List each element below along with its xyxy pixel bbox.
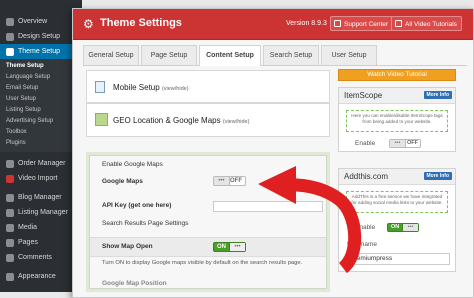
pin-icon <box>6 193 14 202</box>
theme-icon <box>6 47 14 56</box>
sidebar-item-comments[interactable]: Comments <box>0 250 82 265</box>
google-maps-form: Enable Google Maps Google Maps ••• OFF A… <box>86 152 330 292</box>
submenu-plugins[interactable]: Plugins <box>0 138 82 149</box>
itemscope-enable-label: Enable <box>355 140 376 147</box>
geo-location-section[interactable]: GEO Location & Google Maps (view/hide) <box>86 103 330 137</box>
submenu-theme-setup[interactable]: Theme Setup <box>0 61 82 72</box>
version-label: Version 8.9.3 <box>286 20 327 27</box>
tab-page-setup[interactable]: Page Setup <box>141 45 197 65</box>
tab-general-setup[interactable]: General Setup <box>83 45 139 65</box>
mobile-setup-section[interactable]: Mobile Setup (view/hide) <box>86 70 330 103</box>
view-hide-link[interactable]: (view/hide) <box>223 119 250 125</box>
sidebar-submenu: Theme Setup Language Setup Email Setup U… <box>0 59 82 152</box>
document-icon <box>95 81 105 93</box>
addthis-enable-toggle[interactable]: ON ••• <box>387 223 419 232</box>
sidebar-item-theme-setup[interactable]: Theme Setup <box>0 44 82 59</box>
video-icon <box>395 20 402 27</box>
api-key-input[interactable] <box>213 201 323 212</box>
toggle-grip-icon: ••• <box>214 177 230 185</box>
brush-icon <box>6 272 14 281</box>
show-map-open-row: Show Map Open ON ••• <box>90 237 326 257</box>
get-api-key-link[interactable]: (get one here) <box>128 202 171 209</box>
sidebar-item-overview[interactable]: Overview <box>0 14 82 29</box>
media-icon <box>6 223 14 232</box>
addthis-username-input[interactable]: premiumpress <box>346 253 450 265</box>
itemscope-note: Here you can enable/disable ItemScope ta… <box>346 110 448 132</box>
search-results-heading: Search Results Page Settings <box>102 220 189 227</box>
itemscope-more-info-button[interactable]: More Info <box>423 91 452 99</box>
api-key-label: API Key (get one here) <box>102 202 172 209</box>
gear-icon: ⚙ <box>83 17 94 31</box>
itemscope-enable-toggle[interactable]: ••• OFF <box>389 139 421 148</box>
sidebar-item-pages[interactable]: Pages <box>0 235 82 250</box>
design-icon <box>6 32 14 41</box>
show-map-open-toggle[interactable]: ON ••• <box>213 242 246 252</box>
submenu-listing-setup[interactable]: Listing Setup <box>0 105 82 116</box>
addthis-widget: Addthis.com More Info AddThis is a free … <box>338 168 456 272</box>
toggle-grip-icon: ••• <box>390 140 406 147</box>
addthis-note: AddThis is a free service we have integr… <box>346 191 448 213</box>
submenu-language-setup[interactable]: Language Setup <box>0 72 82 83</box>
toggle-grip-icon: ••• <box>402 224 418 231</box>
sidebar-item-blog-manager[interactable]: Blog Manager <box>0 190 82 205</box>
watch-video-tutorial-button[interactable]: Watch Video Tutorial <box>338 69 456 81</box>
sidebar-item-order-manager[interactable]: Order Manager <box>0 156 82 171</box>
sidebar-item-design-setup[interactable]: Design Setup <box>0 29 82 44</box>
section-title: Mobile Setup (view/hide) <box>113 83 189 92</box>
settings-tabs: General Setup Page Setup Content Setup S… <box>83 45 467 66</box>
itemscope-widget: ItemScope More Info Here you can enable/… <box>338 87 456 152</box>
cart-icon <box>6 159 14 168</box>
addthis-more-info-button[interactable]: More Info <box>423 172 452 180</box>
sidebar-item-video-import[interactable]: Video Import <box>0 171 82 186</box>
pin-icon <box>6 208 14 217</box>
support-center-button[interactable]: Support Center <box>330 16 394 31</box>
submenu-user-setup[interactable]: User Setup <box>0 94 82 105</box>
addthis-username-label: Username <box>347 241 377 248</box>
map-icon <box>95 113 108 126</box>
comment-icon <box>6 253 14 262</box>
show-map-help-text: Turn ON to display Google maps visible b… <box>102 260 303 266</box>
view-hide-link[interactable]: (view/hide) <box>162 86 189 92</box>
google-maps-label: Google Maps <box>102 178 143 185</box>
sidebar-item-listing-manager[interactable]: Listing Manager <box>0 205 82 220</box>
submenu-email-setup[interactable]: Email Setup <box>0 83 82 94</box>
page-title: Theme Settings <box>100 17 182 29</box>
google-map-position-label: Google Map Position <box>102 280 167 287</box>
sidebar-item-media[interactable]: Media <box>0 220 82 235</box>
sidebar-item-appearance[interactable]: Appearance <box>0 269 82 284</box>
video-icon <box>6 174 14 183</box>
section-title: GEO Location & Google Maps (view/hide) <box>113 116 250 125</box>
itemscope-title: ItemScope <box>344 91 383 100</box>
page-icon <box>6 238 14 247</box>
submenu-advertising-setup[interactable]: Advertising Setup <box>0 116 82 127</box>
admin-sidebar: Overview Design Setup Theme Setup Theme … <box>0 0 82 292</box>
toggle-grip-icon: ••• <box>229 243 245 251</box>
submenu-toolbox[interactable]: Toolbox <box>0 127 82 138</box>
all-video-tutorials-button[interactable]: All Video Tutorials <box>391 16 462 31</box>
tab-content-setup[interactable]: Content Setup <box>199 45 261 66</box>
panel-header: ⚙ Theme Settings Version 8.9.3 Support C… <box>73 9 473 40</box>
google-maps-toggle[interactable]: ••• OFF <box>213 176 246 186</box>
addthis-title: Addthis.com <box>344 172 389 181</box>
enable-google-maps-heading: Enable Google Maps <box>102 161 163 168</box>
tab-search-setup[interactable]: Search Setup <box>263 45 319 65</box>
dashboard-icon <box>6 17 14 26</box>
addthis-enable-label: Enable <box>355 224 376 231</box>
support-icon <box>334 20 341 27</box>
show-map-open-label: Show Map Open <box>102 243 153 250</box>
tab-user-setup[interactable]: User Setup <box>321 45 377 65</box>
